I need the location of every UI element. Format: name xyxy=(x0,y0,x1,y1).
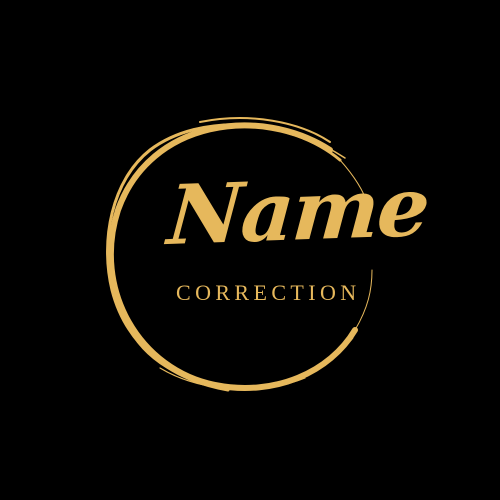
logo-subtitle: CORRECTION xyxy=(176,280,361,305)
logo-canvas: Name CORRECTION xyxy=(0,0,500,500)
logo-title: Name xyxy=(164,158,432,264)
